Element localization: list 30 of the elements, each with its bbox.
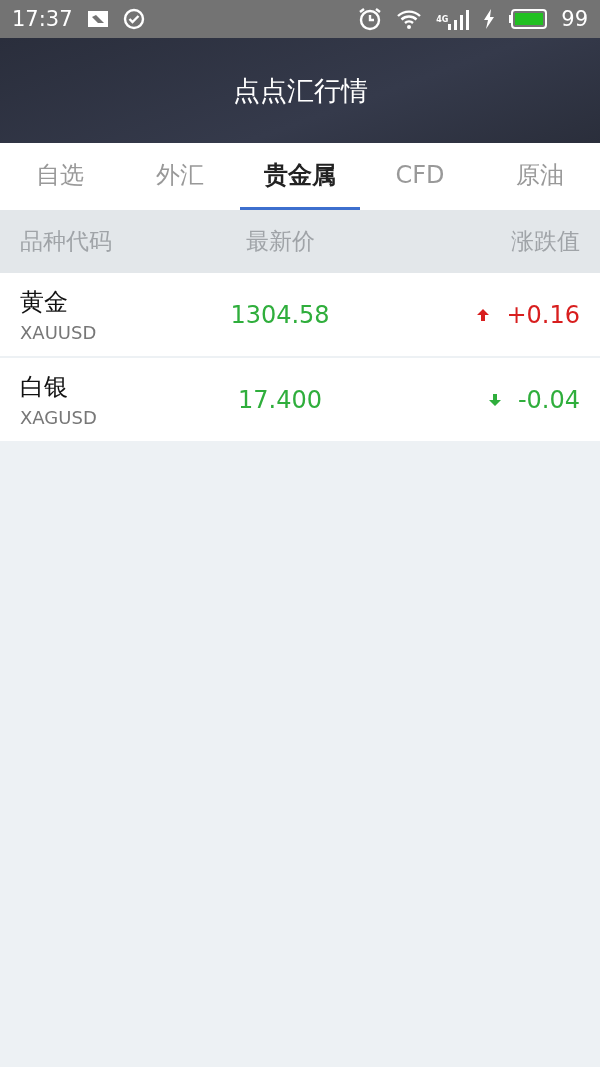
down-arrow-icon — [487, 392, 502, 407]
column-header: 最新价 — [244, 227, 316, 256]
charging-icon — [483, 9, 496, 29]
wifi-icon — [396, 8, 423, 30]
network-label: 4G — [436, 15, 449, 24]
image-icon — [86, 10, 109, 28]
check-circle-icon — [122, 8, 145, 30]
category-tab[interactable]: CFD — [360, 143, 480, 210]
instrument-name: 黄金 — [20, 287, 69, 318]
up-arrow-icon — [476, 307, 491, 322]
instrument-code: XAUUSD — [20, 322, 98, 343]
battery-icon — [509, 9, 548, 29]
page-title: 点点汇行情 — [232, 73, 368, 108]
alarm-clock-icon — [358, 7, 383, 31]
signal-icon — [447, 8, 470, 30]
instrument-code: XAGUSD — [20, 407, 98, 428]
latest-price: 17.400 — [237, 385, 323, 414]
column-header: 品种代码 — [20, 227, 113, 256]
clock-time: 17:37 — [12, 7, 73, 31]
latest-price: 1304.58 — [229, 300, 331, 329]
battery-percentage: 99 — [561, 7, 588, 31]
category-tab[interactable]: 外汇 — [120, 143, 240, 210]
price-change: +0.16 — [506, 300, 580, 329]
quote-row[interactable]: 白银 XAGUSD 17.400 -0.04 — [0, 358, 600, 443]
category-tab[interactable]: 原油 — [480, 143, 600, 210]
column-header: 涨跌值 — [510, 227, 580, 256]
quote-row[interactable]: 黄金 XAUUSD 1304.58 +0.16 — [0, 273, 600, 358]
instrument-name: 白银 — [20, 372, 69, 403]
price-change: -0.04 — [517, 385, 580, 414]
category-tab[interactable]: 自选 — [0, 143, 120, 210]
